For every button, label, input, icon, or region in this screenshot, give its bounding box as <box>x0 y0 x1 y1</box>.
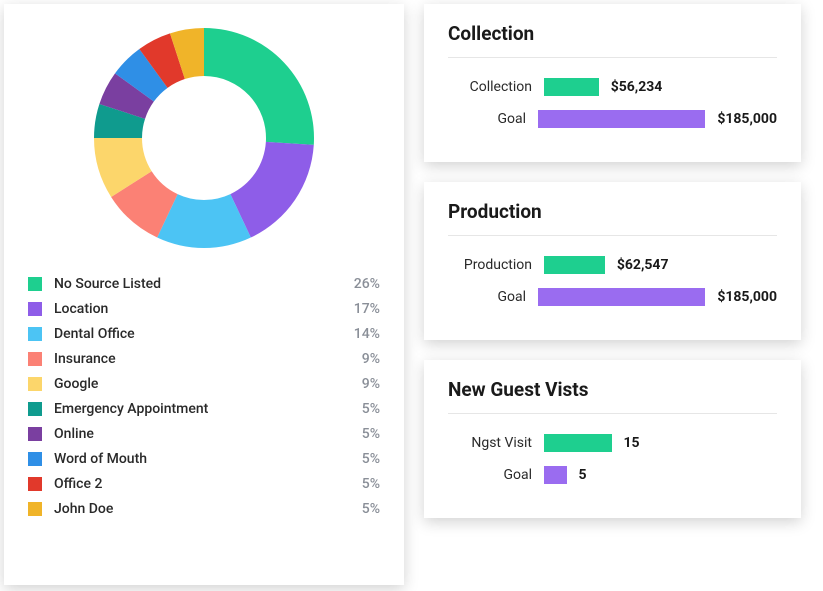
metric-bar <box>544 256 605 274</box>
legend-swatch <box>28 427 42 441</box>
legend-swatch <box>28 402 42 416</box>
legend-row: No Source Listed26% <box>28 276 380 292</box>
metric-row: Goal $185,000 <box>448 108 777 130</box>
metric-row: Ngst Visit 15 <box>448 432 777 454</box>
metric-label: Ngst Visit <box>448 435 532 451</box>
legend-label: Location <box>54 301 354 317</box>
legend-swatch <box>28 352 42 366</box>
legend-row: Insurance9% <box>28 351 380 367</box>
metric-value: $185,000 <box>717 289 777 305</box>
metric-label: Goal <box>448 467 532 483</box>
metric-value: 5 <box>579 467 587 483</box>
legend-row: John Doe5% <box>28 501 380 517</box>
metric-label: Goal <box>448 289 526 305</box>
metric-row: Goal 5 <box>448 464 777 486</box>
metric-bar <box>538 288 705 306</box>
metric-bar <box>544 434 612 452</box>
legend-row: Google9% <box>28 376 380 392</box>
metric-row: Goal $185,000 <box>448 286 777 308</box>
legend-row: Emergency Appointment5% <box>28 401 380 417</box>
metric-value: 15 <box>624 435 640 451</box>
legend-label: John Doe <box>54 501 362 517</box>
legend-swatch <box>28 477 42 491</box>
legend-percent: 5% <box>362 476 380 492</box>
legend-label: Dental Office <box>54 326 354 342</box>
legend-swatch <box>28 502 42 516</box>
legend-percent: 14% <box>354 326 380 342</box>
legend-swatch <box>28 302 42 316</box>
donut-legend: No Source Listed26%Location17%Dental Off… <box>28 276 380 517</box>
legend-percent: 9% <box>362 351 380 367</box>
visits-card: New Guest Vists Ngst Visit 15 Goal 5 <box>424 360 801 518</box>
legend-label: Google <box>54 376 362 392</box>
metric-label: Collection <box>448 79 532 95</box>
legend-row: Location17% <box>28 301 380 317</box>
legend-row: Online5% <box>28 426 380 442</box>
metric-label: Goal <box>448 111 526 127</box>
legend-label: Emergency Appointment <box>54 401 362 417</box>
production-title: Production <box>448 200 777 236</box>
legend-swatch <box>28 327 42 341</box>
metric-label: Production <box>448 257 532 273</box>
metric-bar <box>538 110 705 128</box>
legend-label: Online <box>54 426 362 442</box>
metric-bar <box>544 78 599 96</box>
legend-percent: 5% <box>362 426 380 442</box>
metric-row: Collection $56,234 <box>448 76 777 98</box>
metric-value: $56,234 <box>611 79 663 95</box>
legend-row: Dental Office14% <box>28 326 380 342</box>
legend-label: No Source Listed <box>54 276 354 292</box>
donut-slice <box>204 28 314 145</box>
legend-percent: 26% <box>354 276 380 292</box>
legend-label: Insurance <box>54 351 362 367</box>
legend-row: Office 25% <box>28 476 380 492</box>
donut-chart <box>28 18 380 258</box>
legend-swatch <box>28 277 42 291</box>
legend-swatch <box>28 452 42 466</box>
legend-percent: 9% <box>362 376 380 392</box>
legend-percent: 5% <box>362 401 380 417</box>
legend-percent: 5% <box>362 501 380 517</box>
visits-title: New Guest Vists <box>448 378 777 414</box>
legend-percent: 5% <box>362 451 380 467</box>
collection-card: Collection Collection $56,234 Goal $185,000 <box>424 4 801 162</box>
legend-swatch <box>28 377 42 391</box>
legend-label: Word of Mouth <box>54 451 362 467</box>
legend-row: Word of Mouth5% <box>28 451 380 467</box>
production-card: Production Production $62,547 Goal $185,000 <box>424 182 801 340</box>
sources-card: No Source Listed26%Location17%Dental Off… <box>4 4 404 585</box>
legend-percent: 17% <box>354 301 380 317</box>
metric-value: $62,547 <box>617 257 669 273</box>
legend-label: Office 2 <box>54 476 362 492</box>
collection-title: Collection <box>448 22 777 58</box>
metric-bar <box>544 466 567 484</box>
metric-value: $185,000 <box>717 111 777 127</box>
metric-row: Production $62,547 <box>448 254 777 276</box>
